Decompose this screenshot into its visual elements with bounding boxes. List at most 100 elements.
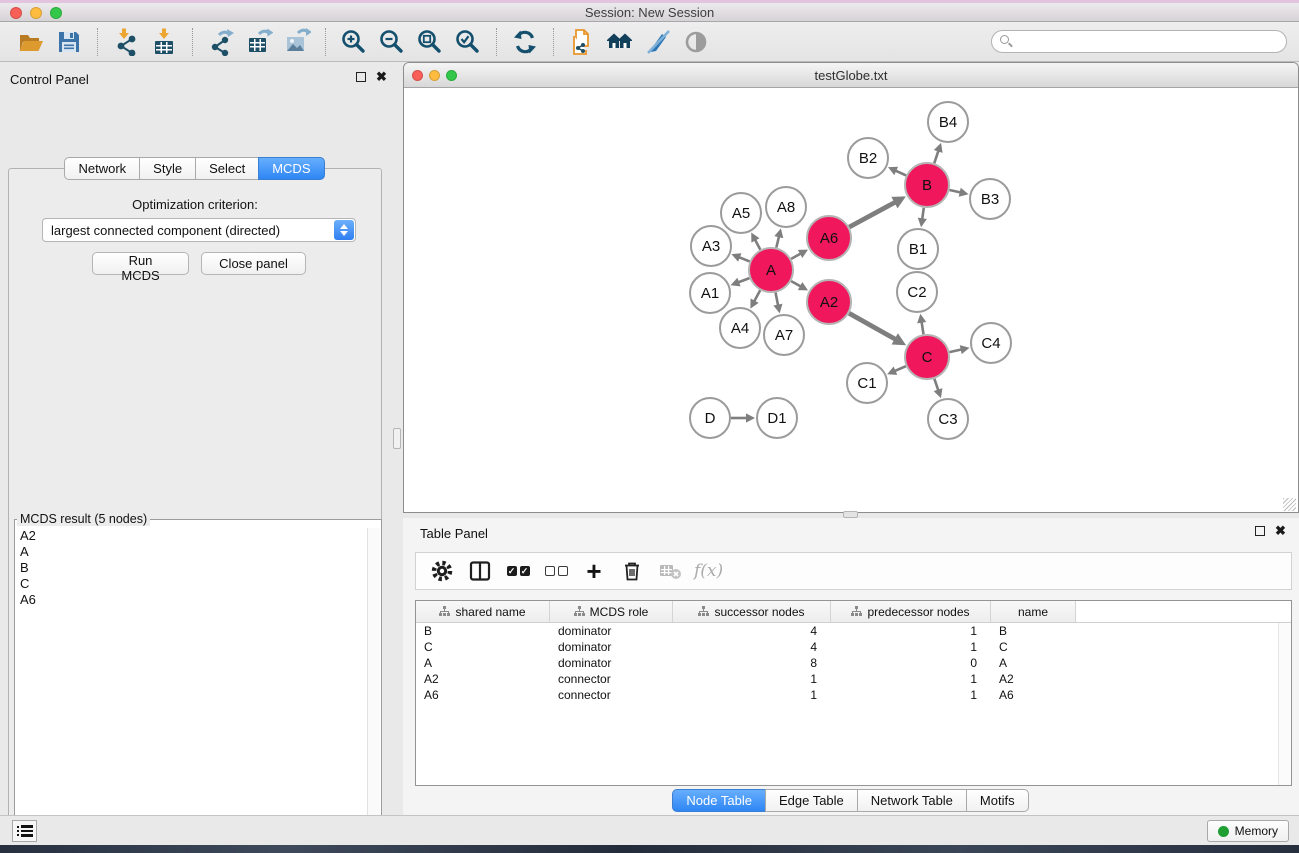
show-hide-eye-icon[interactable] (681, 27, 711, 57)
graph-node-C[interactable]: C (905, 335, 949, 379)
deselect-all-columns-icon[interactable] (542, 557, 570, 585)
close-panel-icon[interactable]: ✖ (376, 72, 387, 82)
graph-node-A[interactable]: A (749, 248, 793, 292)
show-column-panel-icon[interactable] (466, 557, 494, 585)
delete-column-icon[interactable] (618, 557, 646, 585)
vertical-splitter-handle[interactable] (393, 428, 401, 449)
close-panel-button[interactable]: Close panel (201, 252, 306, 275)
graph-node-C1[interactable]: C1 (847, 363, 887, 403)
result-scrollbar[interactable] (367, 528, 380, 853)
column-header-predecessor-nodes[interactable]: predecessor nodes (831, 601, 991, 622)
graph-node-B4[interactable]: B4 (928, 102, 968, 142)
delete-table-icon[interactable] (656, 557, 684, 585)
graph-node-B2[interactable]: B2 (848, 138, 888, 178)
graph-node-B3[interactable]: B3 (970, 179, 1010, 219)
table-row[interactable]: A6connector11A6 (416, 687, 1291, 703)
task-history-list-icon[interactable] (12, 820, 37, 842)
graph-node-A5[interactable]: A5 (721, 193, 761, 233)
graph-edge-A-A4[interactable] (754, 290, 760, 301)
open-session-icon[interactable] (16, 27, 46, 57)
table-settings-gear-icon[interactable] (428, 557, 456, 585)
home-icon[interactable] (605, 27, 635, 57)
graph-node-A1[interactable]: A1 (690, 273, 730, 313)
graph-edge-B-B1[interactable] (922, 208, 924, 219)
column-header-shared-name[interactable]: shared name (416, 601, 550, 622)
tab-motifs[interactable]: Motifs (966, 789, 1029, 812)
graph-node-C2[interactable]: C2 (897, 272, 937, 312)
search-input[interactable] (991, 30, 1287, 53)
graph-edge-A-A8[interactable] (776, 237, 779, 248)
graph-edge-C-C2[interactable] (922, 322, 924, 334)
graph-node-A3[interactable]: A3 (691, 226, 731, 266)
optimization-criterion-select[interactable]: largest connected component (directed) (42, 218, 356, 242)
resize-grip-icon[interactable] (1283, 498, 1296, 511)
graph-node-B1[interactable]: B1 (898, 229, 938, 269)
graph-edge-B-B4[interactable] (934, 151, 938, 163)
graph-edge-A-A5[interactable] (755, 240, 760, 250)
table-scrollbar[interactable] (1278, 623, 1291, 785)
memory-button[interactable]: Memory (1207, 820, 1289, 842)
import-table-icon[interactable] (149, 27, 179, 57)
graph-edge-A2-C[interactable] (849, 313, 895, 339)
graph-node-D1[interactable]: D1 (757, 398, 797, 438)
float-panel-icon[interactable] (356, 72, 366, 82)
graph-edge-B-B2[interactable] (896, 171, 906, 176)
graph-node-A6[interactable]: A6 (807, 216, 851, 260)
graph-node-A4[interactable]: A4 (720, 308, 760, 348)
close-table-panel-icon[interactable]: ✖ (1275, 526, 1286, 536)
table-row[interactable]: A2connector11A2 (416, 671, 1291, 687)
mcds-result-item[interactable]: B (16, 560, 366, 576)
column-header-successor-nodes[interactable]: successor nodes (673, 601, 831, 622)
float-table-panel-icon[interactable] (1255, 526, 1265, 536)
graph-node-B[interactable]: B (905, 163, 949, 207)
graph-edge-C-C3[interactable] (934, 379, 938, 390)
zoom-in-icon[interactable] (339, 27, 369, 57)
graph-node-A7[interactable]: A7 (764, 315, 804, 355)
run-mcds-button[interactable]: Run MCDS (92, 252, 189, 275)
tab-edge-table[interactable]: Edge Table (765, 789, 858, 812)
function-builder-icon[interactable]: f(x) (694, 557, 723, 585)
mcds-result-item[interactable]: A (16, 544, 366, 560)
select-all-columns-icon[interactable]: ✓✓ (504, 557, 532, 585)
graph-edge-C-C4[interactable] (949, 349, 961, 352)
network-canvas[interactable]: B4 B2 B B3 A5A8A6 A3 B1 A A1 C2 A2 A4A7 C4 C C1 D D1 C3 (404, 88, 1298, 513)
mcds-result-item[interactable]: A2 (16, 528, 366, 544)
mcds-result-item[interactable]: A6 (16, 592, 366, 608)
graph-node-A8[interactable]: A8 (766, 187, 806, 227)
graph-node-A2[interactable]: A2 (807, 280, 851, 324)
tab-node-table[interactable]: Node Table (672, 789, 766, 812)
graph-edge-A6-B[interactable] (849, 202, 895, 227)
export-table-icon[interactable] (244, 27, 274, 57)
graph-edge-A-A6[interactable] (791, 254, 800, 259)
graph-edge-A-A1[interactable] (738, 278, 749, 282)
graphics-details-icon[interactable] (643, 27, 673, 57)
add-column-icon[interactable]: + (580, 557, 608, 585)
graph-edge-B-B3[interactable] (949, 190, 960, 192)
export-network-icon[interactable] (206, 27, 236, 57)
tab-network[interactable]: Network (64, 157, 140, 180)
graph-edge-A-A3[interactable] (739, 257, 749, 261)
save-session-icon[interactable] (54, 27, 84, 57)
tab-select[interactable]: Select (195, 157, 259, 180)
export-image-icon[interactable] (282, 27, 312, 57)
mcds-result-item[interactable]: C (16, 576, 366, 592)
tab-network-table[interactable]: Network Table (857, 789, 967, 812)
graph-edge-C-C1[interactable] (895, 366, 906, 371)
graph-edge-A-A2[interactable] (791, 281, 800, 286)
horizontal-splitter-handle[interactable] (843, 511, 858, 518)
graph-node-C3[interactable]: C3 (928, 399, 968, 439)
graph-node-D[interactable]: D (690, 398, 730, 438)
zoom-out-icon[interactable] (377, 27, 407, 57)
column-header-name[interactable]: name (991, 601, 1076, 622)
tab-mcds[interactable]: MCDS (258, 157, 324, 180)
tab-style[interactable]: Style (139, 157, 196, 180)
table-row[interactable]: Bdominator41B (416, 623, 1291, 639)
zoom-fit-icon[interactable] (415, 27, 445, 57)
table-row[interactable]: Cdominator41C (416, 639, 1291, 655)
network-from-selection-icon[interactable] (567, 27, 597, 57)
graph-edge-A-A7[interactable] (776, 293, 779, 306)
graph-node-C4[interactable]: C4 (971, 323, 1011, 363)
zoom-selected-icon[interactable] (453, 27, 483, 57)
column-header-mcds-role[interactable]: MCDS role (550, 601, 673, 622)
refresh-icon[interactable] (510, 27, 540, 57)
